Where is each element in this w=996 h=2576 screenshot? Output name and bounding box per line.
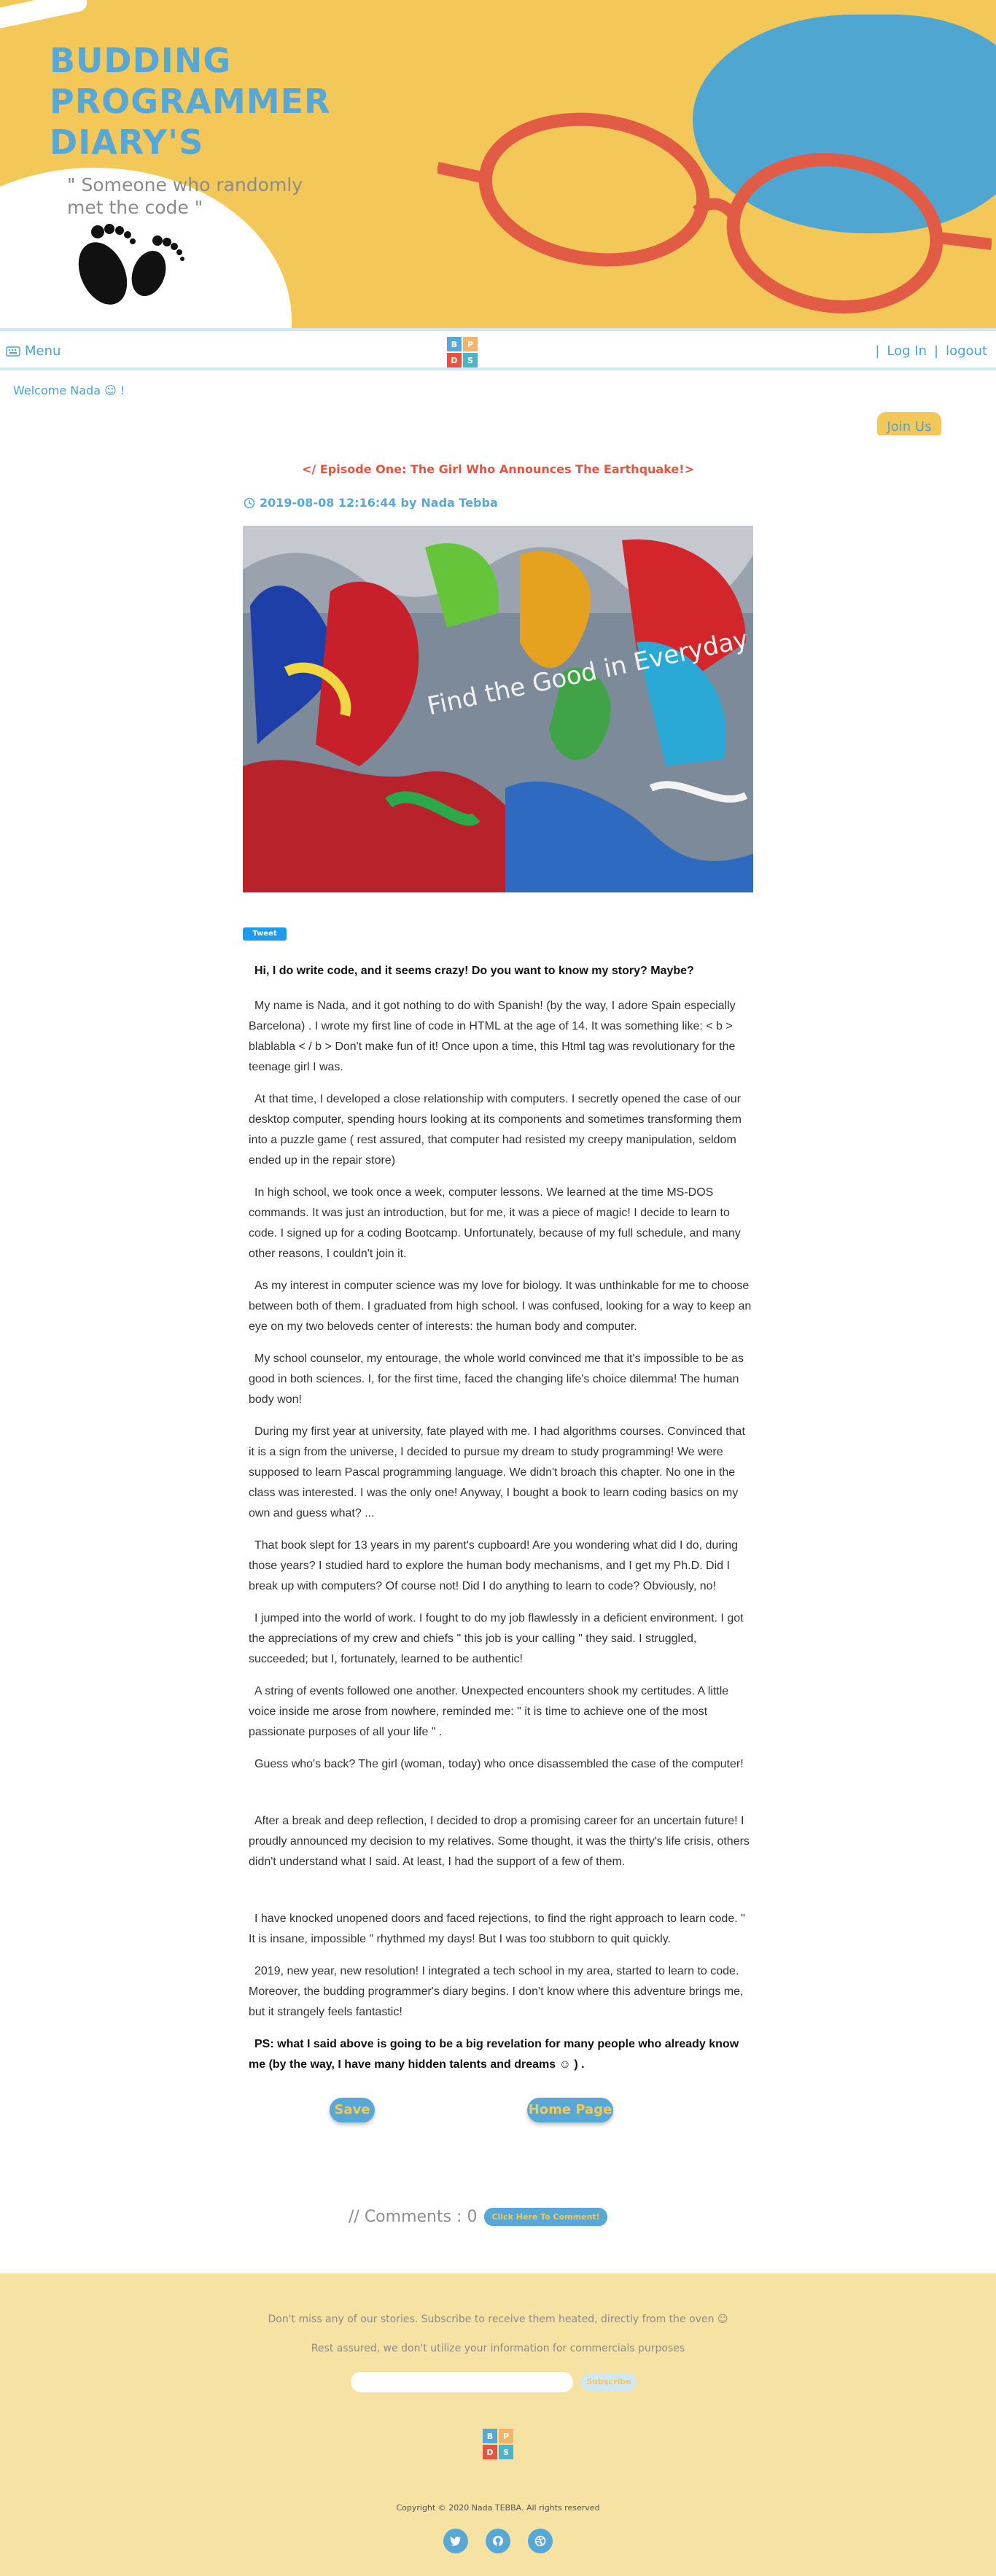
post-paragraph: My school counselor, my entourage, the w… [249,1353,744,1406]
post-body: Hi, I do write code, and it seems crazy!… [243,961,753,2087]
menu-button[interactable]: Menu [6,343,61,359]
logo-tile: P [499,2429,513,2443]
post-author: Nada Tebba [421,496,498,510]
post-paragraph: At that time, I developed a close relati… [249,1093,742,1167]
site-subtitle: " Someone who randomly met the code " [67,174,303,219]
footprints-icon [78,224,184,305]
site-subtitle-line: met the code " [67,197,203,218]
menu-label: Menu [25,343,61,359]
subscribe-button[interactable]: Subscribe [581,2373,637,2391]
post-paragraph: During my first year at university, fate… [249,1425,745,1519]
site-title-line: BUDDING [50,41,232,80]
post-meta: 2019-08-08 12:16:44 by Nada Tebba [244,496,498,510]
logo-tile: D [483,2445,497,2459]
site-subtitle-line: " Someone who randomly [67,174,303,195]
post-paragraph: In high school, we took once a week, com… [249,1186,741,1260]
twitter-icon[interactable] [443,2529,468,2553]
logo-tile: B [483,2429,497,2443]
site-title: BUDDING PROGRAMMER DIARY'S [50,40,330,163]
post-paragraph: After a break and deep reflection, I dec… [249,1815,750,1868]
top-navbar: Menu B P D S | Log In | logout [0,328,996,370]
tweet-label: Tweet [252,930,277,938]
site-logo[interactable]: B P D S [447,337,478,367]
footer: Don't miss any of our stories. Subscribe… [0,2273,996,2576]
glasses-icon [437,112,992,314]
nav-separator: | [875,343,880,359]
comments-section: // Comments : 0 Click Here To Comment! [349,2208,607,2226]
comments-count: // Comments : 0 [349,2208,478,2226]
logo-tile: P [463,337,478,351]
join-us-button[interactable]: Join Us [877,412,941,435]
add-comment-button[interactable]: Click Here To Comment! [484,2208,607,2226]
post-paragraph: I have knocked unopened doors and faced … [249,1912,745,1945]
footer-subscribe-text: Don't miss any of our stories. Subscribe… [268,2314,728,2325]
site-title-line: DIARY'S [50,122,204,162]
post-paragraph: My name is Nada, and it got nothing to d… [249,1000,736,1073]
keyboard-icon [6,346,20,357]
dribbble-icon[interactable] [528,2529,553,2553]
post-paragraph: As my interest in computer science was m… [249,1280,752,1333]
post-paragraph: A string of events followed one another.… [249,1685,729,1738]
post-paragraph: That book slept for 13 years in my paren… [249,1539,738,1592]
auth-links: | Log In | logout [875,343,987,359]
github-icon[interactable] [486,2529,510,2553]
login-link[interactable]: Log In [887,343,927,359]
post-ps: PS: what I said above is going to be a b… [249,2038,739,2071]
clock-icon [244,497,255,508]
logout-link[interactable]: logout [946,343,987,359]
post-paragraph: I jumped into the world of work. I fough… [249,1612,744,1665]
post-title: </ Episode One: The Girl Who Announces T… [302,462,694,476]
post-paragraph: 2019, new year, new resolution! I integr… [249,1965,744,2018]
post-by: by [400,496,417,510]
logo-tile: B [447,337,462,351]
footer-privacy-text: Rest assured, we don't utilize your info… [311,2343,685,2354]
save-button[interactable]: Save [330,2098,375,2122]
decorative-streak [0,0,89,31]
post-datetime: 2019-08-08 12:16:44 [260,496,397,510]
tweet-button[interactable]: Tweet [243,927,287,941]
hero-banner: BUDDING PROGRAMMER DIARY'S " Someone who… [0,0,996,328]
subscribe-email-input[interactable] [351,2372,573,2392]
social-links [443,2529,553,2553]
footer-logo[interactable]: B P D S [483,2429,513,2459]
logo-tile: S [463,353,478,367]
welcome-message: Welcome Nada ☺ ! [13,384,125,397]
logo-tile: D [447,353,462,367]
post-paragraph: Guess who's back? The girl (woman, today… [254,1758,744,1770]
home-page-button[interactable]: Home Page [527,2098,613,2122]
nav-separator: | [934,343,939,359]
site-title-line: PROGRAMMER [50,82,331,121]
post-lead: Hi, I do write code, and it seems crazy!… [254,965,694,977]
copyright: Copyright © 2020 Nada TEBBA. All rights … [396,2503,600,2513]
logo-tile: S [499,2445,513,2459]
post-graffiti-image: Find the Good in Everyday [243,526,753,892]
